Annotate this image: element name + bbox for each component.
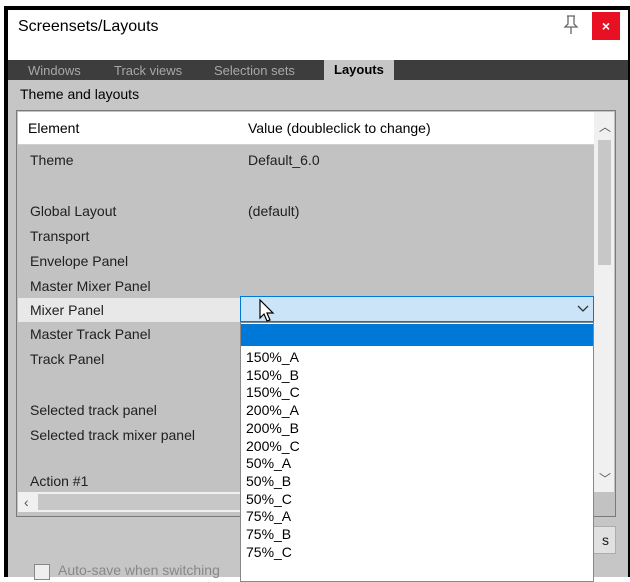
- dropdown-option[interactable]: 50%_C: [246, 492, 292, 506]
- close-icon: ×: [601, 18, 611, 34]
- row-theme-label[interactable]: Theme: [30, 152, 74, 168]
- scroll-down-icon[interactable]: ﹀: [599, 470, 611, 487]
- list-header: Element Value (doubleclick to change): [18, 112, 594, 145]
- dropdown-option[interactable]: 50%_B: [246, 474, 291, 488]
- row-selected-track-mixer-panel-label[interactable]: Selected track mixer panel: [30, 427, 195, 443]
- scroll-left-icon[interactable]: ‹: [24, 494, 29, 510]
- dropdown-option[interactable]: 150%_A: [246, 350, 299, 364]
- row-track-panel-label[interactable]: Track Panel: [30, 351, 104, 367]
- dropdown-option[interactable]: 150%_B: [246, 368, 299, 382]
- row-mixer-panel-label[interactable]: Mixer Panel: [30, 302, 104, 318]
- auto-save-checkbox[interactable]: [34, 564, 50, 580]
- dropdown-option[interactable]: 200%_A: [246, 403, 299, 417]
- row-selected-track-panel-label[interactable]: Selected track panel: [30, 402, 157, 418]
- row-master-track-panel-label[interactable]: Master Track Panel: [30, 326, 151, 342]
- scroll-up-icon[interactable]: ︿: [599, 118, 611, 135]
- tab-bar: Windows Track views Selection sets Layou…: [8, 60, 628, 80]
- row-global-layout-label[interactable]: Global Layout: [30, 203, 116, 219]
- dropdown-option[interactable]: 75%_C: [246, 545, 292, 559]
- mouse-cursor-icon: [258, 298, 276, 327]
- tab-layouts[interactable]: Layouts: [324, 60, 394, 80]
- row-transport-label[interactable]: Transport: [30, 228, 89, 244]
- row-action-1-label[interactable]: Action #1: [30, 473, 88, 489]
- close-button[interactable]: ×: [592, 12, 620, 40]
- pin-icon[interactable]: [560, 14, 582, 38]
- dropdown-option[interactable]: 50%_A: [246, 456, 291, 470]
- dropdown-option[interactable]: 200%_B: [246, 421, 299, 435]
- row-theme-value[interactable]: Default_6.0: [248, 152, 320, 168]
- mixer-panel-layout-select[interactable]: [240, 296, 594, 322]
- tab-windows[interactable]: Windows: [28, 62, 81, 80]
- dropdown-option[interactable]: 75%_B: [246, 527, 291, 541]
- column-header-element[interactable]: Element: [28, 120, 79, 136]
- auto-save-checkbox-label[interactable]: Auto-save when switching: [58, 562, 242, 578]
- dropdown-option[interactable]: 75%_A: [246, 509, 291, 523]
- dropdown-option[interactable]: 200%_C: [246, 439, 300, 453]
- row-master-mixer-panel-label[interactable]: Master Mixer Panel: [30, 278, 151, 294]
- dropdown-option[interactable]: 150%_C: [246, 385, 300, 399]
- column-header-value[interactable]: Value (doubleclick to change): [248, 120, 431, 136]
- section-label: Theme and layouts: [20, 86, 140, 102]
- tab-track-views[interactable]: Track views: [114, 62, 182, 80]
- vertical-scroll-thumb[interactable]: [598, 140, 611, 265]
- tab-selection-sets[interactable]: Selection sets: [214, 62, 295, 80]
- row-global-layout-value[interactable]: (default): [248, 203, 299, 219]
- chevron-down-icon[interactable]: [576, 300, 590, 316]
- row-envelope-panel-label[interactable]: Envelope Panel: [30, 253, 128, 269]
- dropdown-highlighted-option[interactable]: [241, 324, 593, 346]
- window-title: Screensets/Layouts: [18, 18, 159, 35]
